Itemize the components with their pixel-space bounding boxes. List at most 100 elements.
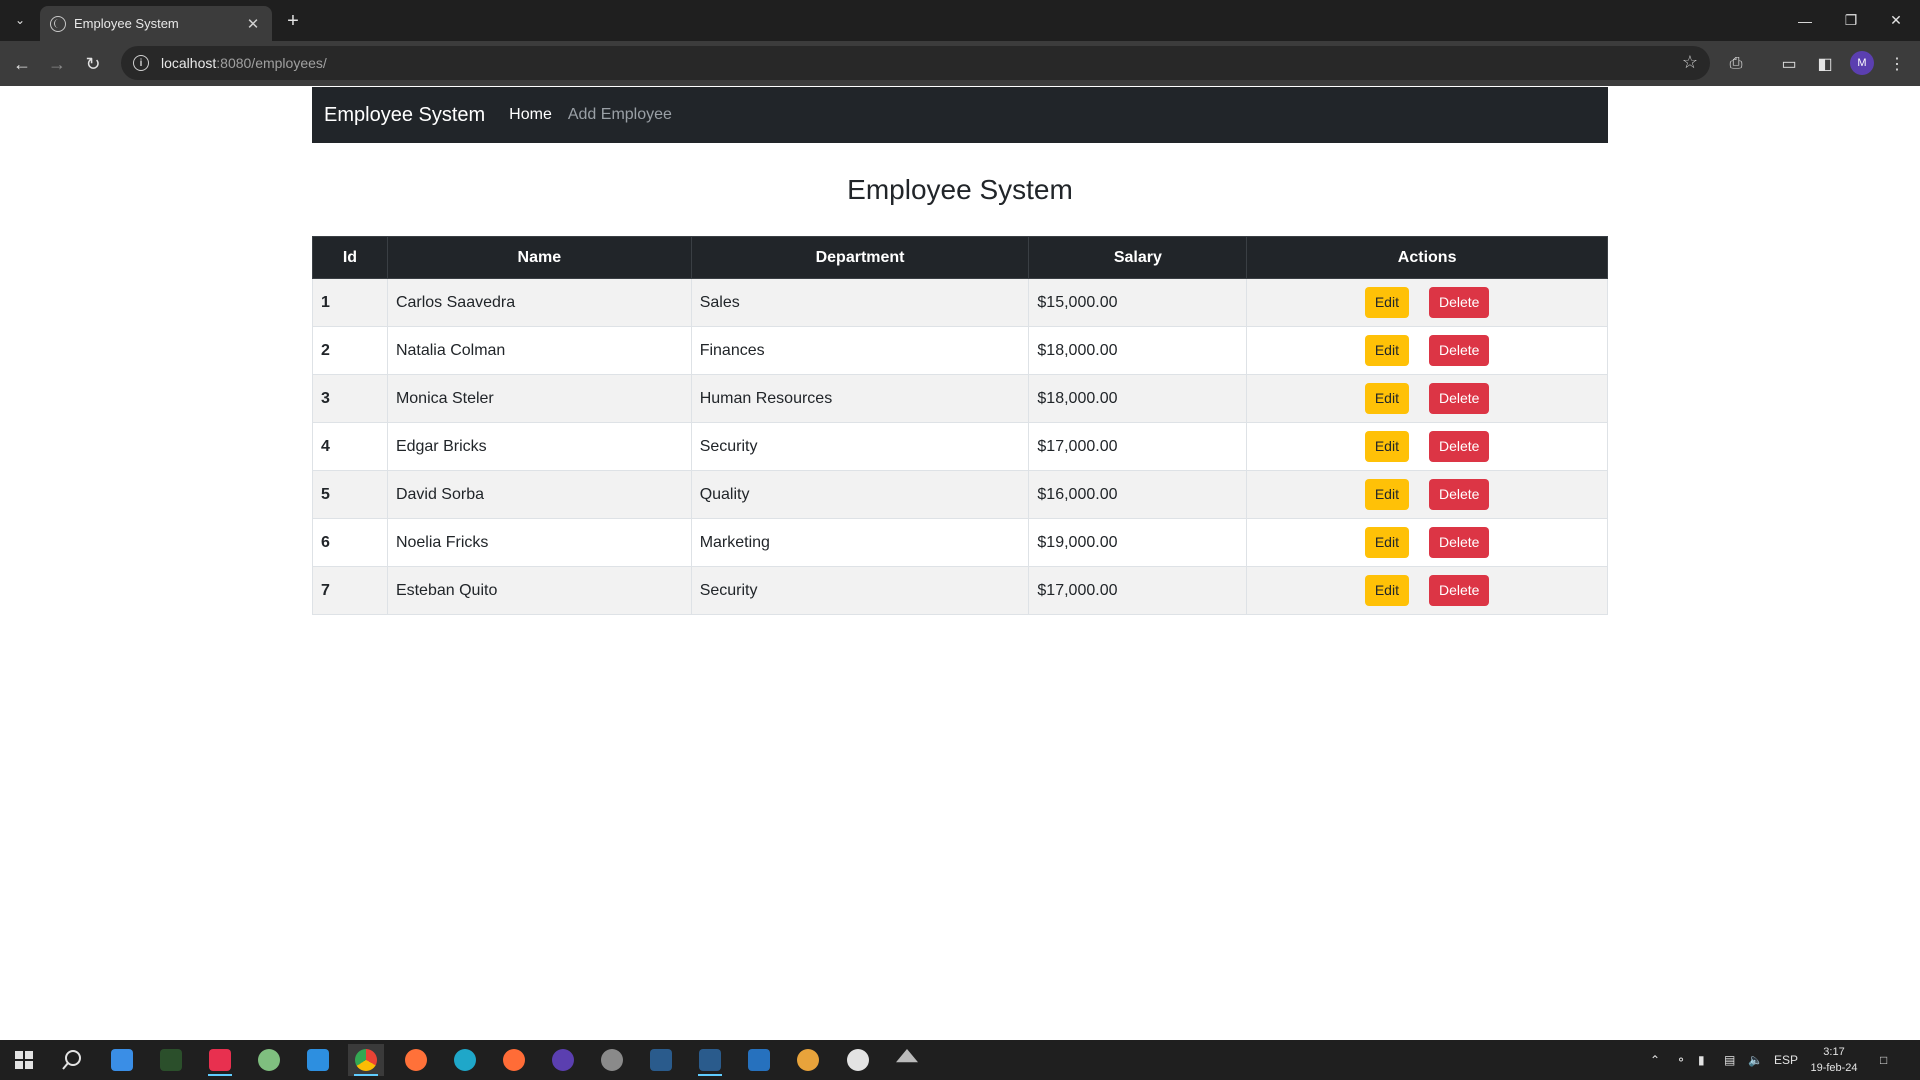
firefox-icon[interactable] [398,1044,434,1076]
cell-salary: $17,000.00 [1028,422,1248,471]
minimize-icon[interactable]: — [1780,0,1830,41]
edit-button[interactable]: Edit [1364,335,1409,366]
restore-icon[interactable]: ❐ [1826,0,1876,41]
extensions-icon[interactable]: ⎙ [1723,51,1749,77]
network-icon[interactable]: ▤ [1724,1040,1735,1080]
table-header-row: Id Name Department Salary Actions [312,236,1608,279]
url-host: localhost [161,55,217,71]
system-clock[interactable]: 3:17 19-feb-24 [1806,1044,1862,1076]
cell-department: Human Resources [690,374,1030,423]
cell-salary: $18,000.00 [1028,374,1248,423]
forward-icon[interactable]: → [44,51,70,77]
delete-button[interactable]: Delete [1428,479,1490,510]
cell-salary: $16,000.00 [1028,470,1248,519]
delete-button[interactable]: Delete [1428,527,1490,558]
battery-icon[interactable]: ▮ [1698,1040,1705,1080]
cell-id: 2 [312,326,388,375]
language-indicator[interactable]: ESP [1774,1040,1798,1080]
column-header-id: Id [312,236,388,279]
table-body: 1 Carlos Saavedra Sales $15,000.00 Edit Delet… [312,278,1608,615]
cell-actions: Edit Delete [1246,518,1608,567]
address-bar[interactable]: i localhost:8080/employees/ ☆ [121,46,1710,80]
search-icon[interactable] [54,1044,90,1076]
cell-name: Edgar Bricks [386,422,692,471]
intellij-icon[interactable] [202,1044,238,1076]
notifications-icon[interactable]: □ [1880,1040,1887,1080]
delete-button[interactable]: Delete [1428,431,1490,462]
delete-button[interactable]: Delete [1428,287,1490,318]
cell-name: David Sorba [386,470,692,519]
mysql-workbench-icon[interactable] [643,1044,679,1076]
column-header-department: Department [690,236,1030,279]
cell-id: 5 [312,470,388,519]
sidepanel-icon[interactable]: ◧ [1812,51,1838,77]
table-row: 6 Noelia Fricks Marketing $19,000.00 Edit Del… [312,518,1608,567]
navbar-brand[interactable]: Employee System [324,104,485,127]
windows-start-icon[interactable] [6,1044,42,1076]
edit-button[interactable]: Edit [1364,383,1409,414]
cell-actions: Edit Delete [1246,470,1608,519]
app-cube-icon[interactable] [251,1044,287,1076]
cell-actions: Edit Delete [1246,326,1608,375]
cell-name: Esteban Quito [386,566,692,615]
menu-icon[interactable]: ⋮ [1884,51,1910,77]
back-icon[interactable]: ← [9,51,35,77]
delete-button[interactable]: Delete [1428,575,1490,606]
plus-icon[interactable]: + [280,8,306,34]
cell-salary: $19,000.00 [1028,518,1248,567]
edge-icon[interactable] [447,1044,483,1076]
settings-icon[interactable] [594,1044,630,1076]
rstudio-icon[interactable] [153,1044,189,1076]
browser-toolbar: ← → ↻ i localhost:8080/employees/ ☆ ⎙ ▭ … [0,41,1920,86]
cast-icon[interactable]: ▭ [1776,51,1802,77]
cell-id: 3 [312,374,388,423]
postman-icon[interactable] [496,1044,532,1076]
table-row: 7 Esteban Quito Security $17,000.00 Edit Dele… [312,566,1608,615]
cell-id: 1 [312,278,388,327]
nav-link-add-employee[interactable]: Add Employee [568,106,672,124]
taskbar: ⌃ ⚬ ▮ ▤ 🔈 ESP 3:17 19-feb-24 □ [0,1040,1920,1080]
delete-button[interactable]: Delete [1428,383,1490,414]
nav-link-home[interactable]: Home [509,106,552,124]
edit-button[interactable]: Edit [1364,287,1409,318]
window-close-icon[interactable]: ✕ [1872,0,1920,41]
close-icon[interactable]: ✕ [244,15,262,33]
file-explorer-icon[interactable] [104,1044,140,1076]
avatar[interactable]: M [1850,51,1874,75]
tab-list-icon[interactable]: ⌄ [8,8,32,32]
mysql-workbench-2-icon[interactable] [692,1044,728,1076]
tray-usb-icon[interactable]: ⚬ [1676,1040,1686,1080]
eclipse-icon[interactable] [545,1044,581,1076]
delete-button[interactable]: Delete [1428,335,1490,366]
dbeaver-icon[interactable] [790,1044,826,1076]
cell-name: Monica Steler [386,374,692,423]
edit-button[interactable]: Edit [1364,527,1409,558]
github-desktop-icon[interactable] [840,1044,876,1076]
cell-department: Finances [690,326,1030,375]
reload-icon[interactable]: ↻ [80,51,106,77]
clock-time: 3:17 [1823,1046,1845,1058]
cell-actions: Edit Delete [1246,422,1608,471]
inkscape-icon[interactable] [889,1044,925,1076]
column-header-salary: Salary [1028,236,1248,279]
browser-tab[interactable]: Employee System ✕ [40,6,272,41]
cell-name: Carlos Saavedra [386,278,692,327]
table-row: 2 Natalia Colman Finances $18,000.00 Edit Del… [312,326,1608,375]
edit-button[interactable]: Edit [1364,575,1409,606]
cell-department: Security [690,422,1030,471]
edit-button[interactable]: Edit [1364,479,1409,510]
cell-id: 4 [312,422,388,471]
column-header-name: Name [386,236,692,279]
cell-actions: Edit Delete [1246,374,1608,423]
tray-chevron-icon[interactable]: ⌃ [1650,1040,1660,1080]
vscode-icon[interactable] [300,1044,336,1076]
volume-icon[interactable]: 🔈 [1748,1040,1763,1080]
navbar: Employee System Home Add Employee [312,87,1608,143]
table-row: 4 Edgar Bricks Security $17,000.00 Edit Delet… [312,422,1608,471]
edit-button[interactable]: Edit [1364,431,1409,462]
powershell-icon[interactable] [741,1044,777,1076]
info-icon[interactable]: i [133,55,149,71]
star-icon[interactable]: ☆ [1682,52,1698,73]
chrome-icon[interactable] [348,1044,384,1076]
url-path: :8080/employees/ [216,55,327,71]
